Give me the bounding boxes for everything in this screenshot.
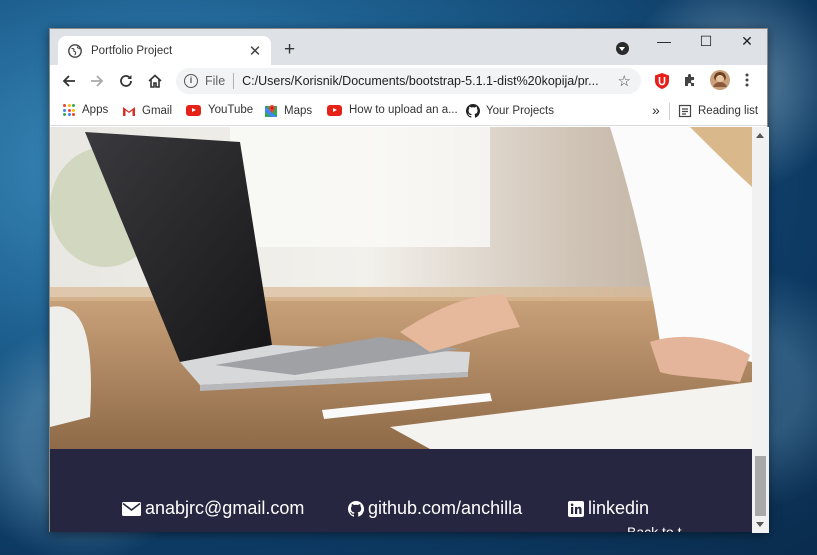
bookmark-label: How to upload an a... [349,104,458,116]
new-tab-button[interactable]: + [284,39,295,61]
bookmark-label: Your Projects [486,105,554,117]
bookmarks-overflow-button[interactable]: » [652,102,660,118]
profile-avatar[interactable] [710,70,730,95]
browser-window: Portfolio Project ✕ + — ☐ ✕ i File C:/Us… [49,28,769,533]
bookmark-gmail[interactable]: Gmail [122,104,172,118]
globe-icon [68,43,82,58]
bookmark-star-icon[interactable]: ☆ [618,72,631,90]
home-icon [148,74,162,88]
bookmark-your-projects[interactable]: Your Projects [466,104,554,118]
envelope-icon [122,501,141,516]
scroll-up-arrow-icon[interactable] [756,133,764,138]
address-separator [233,73,235,89]
browser-menu-icon[interactable] [745,73,749,92]
gmail-icon [123,107,135,116]
footer-github-link[interactable]: github.com/anchilla [348,498,522,519]
github-icon [348,500,364,517]
address-url[interactable]: C:/Users/Korisnik/Documents/bootstrap-5.… [242,74,613,88]
bookmarks-divider [669,103,670,120]
footer-github-text: github.com/anchilla [368,498,523,518]
bookmark-how-to-upload[interactable]: How to upload an a... [327,104,458,116]
github-icon [466,104,480,118]
forward-button[interactable] [86,70,108,92]
bookmark-label: YouTube [208,104,254,116]
home-button[interactable] [144,70,166,92]
scrollbar-thumb[interactable] [755,456,766,516]
tab-portfolio-project[interactable]: Portfolio Project ✕ [58,36,271,65]
bookmark-youtube[interactable]: YouTube [186,104,253,116]
address-bar[interactable]: i File C:/Users/Korisnik/Documents/boots… [176,68,641,94]
linkedin-icon [568,500,584,517]
page-viewport: anabjrc@gmail.com github.com/anchilla li… [50,127,752,532]
youtube-icon [327,104,342,116]
maximize-button[interactable]: ☐ [686,33,726,50]
page-footer: anabjrc@gmail.com github.com/anchilla li… [50,449,752,532]
page-scrollbar[interactable] [752,127,769,533]
back-button[interactable] [58,70,80,92]
hero-image [50,127,752,449]
close-window-button[interactable]: ✕ [727,33,767,50]
reading-list-label: Reading list [698,105,759,117]
tab-search-icon[interactable] [616,42,629,55]
reading-list-button[interactable]: Reading list [678,104,758,118]
youtube-icon [186,104,201,116]
browser-toolbar: i File C:/Users/Korisnik/Documents/boots… [50,65,767,97]
tab-strip: Portfolio Project ✕ + — ☐ ✕ [50,29,767,65]
info-icon[interactable]: i [184,74,198,88]
ublock-extension-icon[interactable] [653,72,671,95]
tab-close-icon[interactable]: ✕ [247,42,263,60]
minimize-button[interactable]: — [644,33,684,49]
bookmark-apps[interactable]: Apps [63,104,108,116]
bookmark-label: Maps [284,105,313,117]
scroll-down-arrow-icon[interactable] [756,522,764,527]
maps-icon [265,105,277,117]
reload-icon [120,75,132,87]
footer-email-link[interactable]: anabjrc@gmail.com [122,498,304,519]
footer-email-text: anabjrc@gmail.com [145,498,305,518]
bookmark-label: Gmail [142,105,173,117]
footer-linkedin-text: linkedin [588,498,650,518]
footer-linkedin-link[interactable]: linkedin [568,498,649,519]
reading-list-icon [678,104,692,118]
extensions-puzzle-icon[interactable] [682,72,698,93]
apps-grid-icon [63,104,75,116]
bookmarks-bar: Apps Gmail YouTube Maps How to upload an… [50,97,767,126]
reload-button[interactable] [115,70,137,92]
tab-title: Portfolio Project [91,44,173,57]
arrow-right-icon [91,75,104,87]
bookmark-maps[interactable]: Maps [264,104,312,118]
arrow-left-icon [62,75,75,87]
back-to-top-link[interactable]: Back to t [627,524,681,532]
bookmark-label: Apps [82,104,109,116]
address-scheme-label: File [205,74,226,88]
